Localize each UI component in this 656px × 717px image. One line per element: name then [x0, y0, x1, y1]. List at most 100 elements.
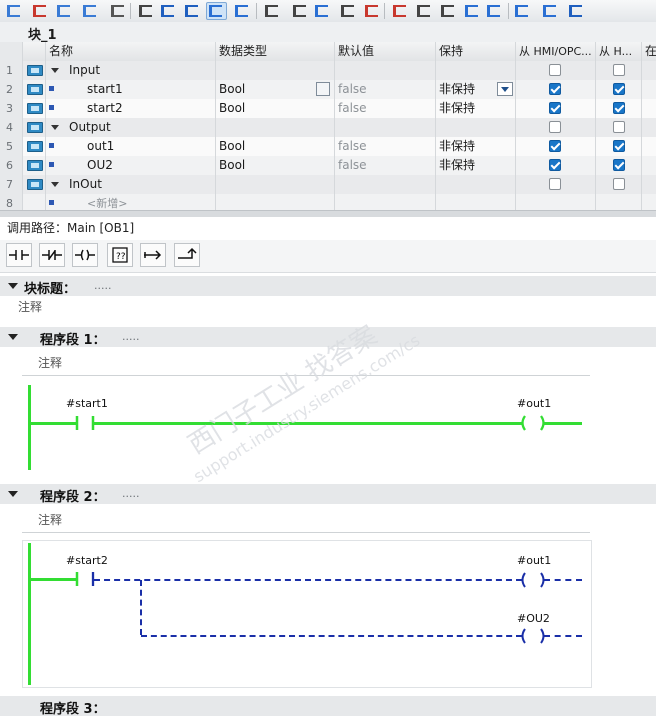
header-type[interactable]: 数据类型	[216, 42, 335, 61]
type-cell[interactable]	[216, 61, 335, 80]
open-branch-button[interactable]	[140, 243, 166, 267]
hmi-writable-checkbox[interactable]	[613, 83, 625, 95]
name-cell[interactable]: OU2	[46, 156, 216, 175]
type-picker-icon[interactable]	[316, 82, 330, 96]
hmi-accessible-checkbox[interactable]	[549, 140, 561, 152]
retain-cell[interactable]: 非保持	[436, 99, 516, 118]
default-cell[interactable]: false	[335, 80, 436, 99]
hmi-accessible-checkbox[interactable]	[549, 83, 561, 95]
network-2-title[interactable]: .....	[122, 487, 139, 500]
collapse-icon[interactable]	[8, 491, 18, 497]
expand-icon[interactable]	[51, 125, 59, 130]
table-row[interactable]: 8 <新增>	[0, 194, 656, 210]
step-into-button[interactable]	[462, 2, 483, 20]
insert-row-button[interactable]	[54, 2, 75, 20]
retain-cell[interactable]: 非保持	[436, 156, 516, 175]
normally-closed-contact-button[interactable]	[39, 243, 65, 267]
default-cell[interactable]	[335, 194, 436, 210]
collapse-icon[interactable]	[8, 283, 18, 289]
default-cell[interactable]: false	[335, 99, 436, 118]
table-row[interactable]: 2 start1 Bool false 非保持	[0, 80, 656, 99]
name-cell[interactable]: start1	[46, 80, 216, 99]
type-cell[interactable]	[216, 118, 335, 137]
block-title-header[interactable]: 块标题： .....	[0, 276, 656, 297]
table-row[interactable]: 6 OU2 Bool false 非保持	[0, 156, 656, 175]
table-row[interactable]: 3 start2 Bool false 非保持	[0, 99, 656, 118]
type-cell[interactable]: Bool	[216, 137, 335, 156]
default-cell[interactable]: false	[335, 156, 436, 175]
collapse-icon[interactable]	[8, 334, 18, 340]
hmi-accessible-checkbox[interactable]	[549, 178, 561, 190]
upload-button[interactable]	[290, 2, 311, 20]
watch-button[interactable]	[438, 2, 459, 20]
retain-cell[interactable]	[436, 61, 516, 80]
insert-row-above-button[interactable]	[80, 2, 101, 20]
header-retain[interactable]: 保持	[436, 42, 516, 61]
retain-cell[interactable]	[436, 118, 516, 137]
type-cell[interactable]: Bool	[216, 156, 335, 175]
default-cell[interactable]	[335, 175, 436, 194]
step-out-button[interactable]	[512, 2, 533, 20]
network-1-comment[interactable]: 注释	[38, 354, 62, 371]
network-1-coil-operand[interactable]: #out1	[517, 397, 551, 410]
align-left-button[interactable]	[136, 2, 157, 20]
retain-cell[interactable]	[436, 175, 516, 194]
hmi-accessible-checkbox[interactable]	[549, 64, 561, 76]
normally-open-contact-button[interactable]	[6, 243, 32, 267]
type-cell[interactable]: Bool	[216, 80, 335, 99]
name-cell[interactable]: out1	[46, 137, 216, 156]
name-cell[interactable]: Input	[46, 61, 216, 80]
network-1-header[interactable]: 程序段 1： .....	[0, 327, 656, 348]
network-2-coil2-operand[interactable]: #OU2	[517, 612, 550, 625]
network-1-title[interactable]: .....	[122, 330, 139, 343]
header-name[interactable]: 名称	[46, 42, 216, 61]
default-cell[interactable]: false	[335, 137, 436, 156]
single-step-button[interactable]	[338, 2, 359, 20]
network-1-contact-operand[interactable]: #start1	[66, 397, 108, 410]
breakpoint-button[interactable]	[362, 2, 383, 20]
hmi-writable-checkbox[interactable]	[613, 102, 625, 114]
hmi-writable-checkbox[interactable]	[613, 159, 625, 171]
table-row[interactable]: 1 Input	[0, 61, 656, 80]
table-row[interactable]: 4 Output	[0, 118, 656, 137]
name-cell[interactable]: Output	[46, 118, 216, 137]
remove-all-button[interactable]	[414, 2, 435, 20]
hmi-writable-checkbox[interactable]	[613, 140, 625, 152]
name-cell[interactable]: <新增>	[46, 194, 216, 210]
hmi-writable-checkbox[interactable]	[613, 178, 625, 190]
run-button[interactable]	[540, 2, 561, 20]
hmi-writable-checkbox[interactable]	[613, 64, 625, 76]
download-button[interactable]	[262, 2, 283, 20]
network-2-coil1-operand[interactable]: #out1	[517, 554, 551, 567]
network-2-header[interactable]: 程序段 2： .....	[0, 484, 656, 505]
table-row[interactable]: 7 InOut	[0, 175, 656, 194]
hmi-accessible-checkbox[interactable]	[549, 102, 561, 114]
disable-breakpoint-button[interactable]	[390, 2, 411, 20]
retain-cell[interactable]: 非保持	[436, 80, 516, 99]
name-cell[interactable]: start2	[46, 99, 216, 118]
retain-dropdown-icon[interactable]	[497, 82, 513, 96]
hmi-writable-checkbox[interactable]	[613, 121, 625, 133]
block-comment[interactable]: 注释	[18, 298, 42, 315]
type-cell[interactable]: Bool	[216, 99, 335, 118]
step-over-button[interactable]	[484, 2, 505, 20]
close-branch-button[interactable]	[174, 243, 200, 267]
output-coil-button[interactable]	[72, 243, 98, 267]
delete-network-button[interactable]	[30, 2, 51, 20]
editor-splitter[interactable]	[0, 210, 656, 217]
table-row[interactable]: 5 out1 Bool false 非保持	[0, 137, 656, 156]
type-cell[interactable]	[216, 175, 335, 194]
expand-icon[interactable]	[51, 182, 59, 187]
refresh-button[interactable]	[566, 2, 587, 20]
block-title-text[interactable]: .....	[94, 279, 111, 292]
header-hmi-accessible[interactable]: 从 HMI/OPC...	[516, 42, 596, 61]
retain-cell[interactable]	[436, 194, 516, 210]
default-cell[interactable]	[335, 118, 436, 137]
expand-icon[interactable]	[51, 68, 59, 73]
cut-button[interactable]	[108, 2, 129, 20]
network-2-contact-operand[interactable]: #start2	[66, 554, 108, 567]
insert-network-button[interactable]	[4, 2, 25, 20]
header-default[interactable]: 默认值	[335, 42, 436, 61]
header-hmi-writable[interactable]: 从 H...	[596, 42, 642, 61]
goto-button[interactable]	[232, 2, 253, 20]
